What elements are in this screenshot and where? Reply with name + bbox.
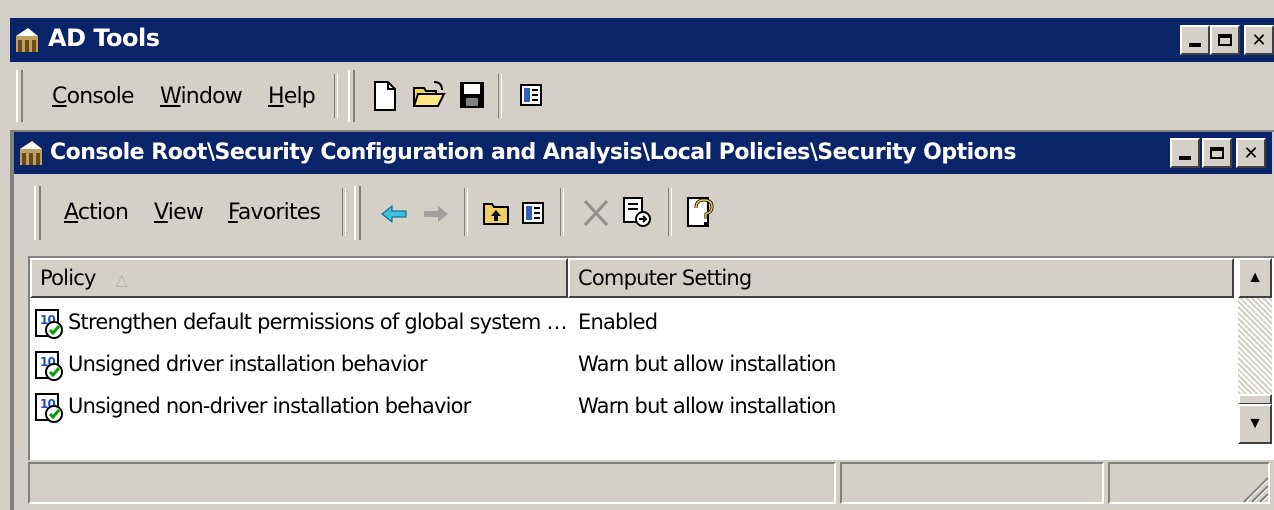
computer-setting: Warn but allow installation xyxy=(578,394,836,418)
column-header-policy[interactable]: Policy △ xyxy=(30,258,568,298)
column-header-setting-label: Computer Setting xyxy=(578,266,752,290)
show-hide-tree-icon[interactable] xyxy=(522,202,544,224)
policy-icon: 10 xyxy=(35,393,63,423)
menu-console[interactable]: Console xyxy=(52,84,135,109)
toolbar-separator-2 xyxy=(498,74,502,118)
resize-grip-icon[interactable] xyxy=(1240,474,1270,504)
menu-view[interactable]: View xyxy=(154,200,204,225)
app-title: AD Tools xyxy=(48,24,160,52)
vertical-scrollbar[interactable]: ▲ ▼ xyxy=(1238,258,1272,444)
app-titlebar[interactable]: AD Tools ✕ xyxy=(10,18,1274,62)
list-row[interactable]: 10 Unsigned non-driver installation beha… xyxy=(30,388,1230,428)
policy-list: Policy △ Computer Setting 10 Strengthen … xyxy=(28,256,1274,460)
status-panel-main xyxy=(28,462,836,504)
policy-name: Unsigned non-driver installation behavio… xyxy=(68,394,471,418)
minimize-icon xyxy=(1179,156,1191,160)
forward-arrow-icon[interactable] xyxy=(422,204,450,224)
export-list-icon[interactable] xyxy=(622,196,652,228)
minimize-button[interactable] xyxy=(1180,25,1210,55)
maximize-icon xyxy=(1218,34,1232,46)
toolbar-separator-6 xyxy=(668,188,672,236)
child-minimize-button[interactable] xyxy=(1170,138,1200,168)
toolbar-grip[interactable] xyxy=(348,70,355,122)
policy-name: Strengthen default permissions of global… xyxy=(68,310,567,334)
mmc-window: AD Tools ✕ Console Window Help Console R… xyxy=(0,0,1274,510)
maximize-icon xyxy=(1210,147,1224,159)
properties-icon[interactable] xyxy=(520,84,542,106)
child-close-button[interactable]: ✕ xyxy=(1236,138,1266,168)
scroll-down-icon: ▼ xyxy=(1247,415,1263,432)
menu-window[interactable]: Window xyxy=(160,84,243,109)
computer-setting: Warn but allow installation xyxy=(578,352,836,376)
child-maximize-button[interactable] xyxy=(1202,138,1232,168)
maximize-button[interactable] xyxy=(1210,25,1240,55)
scroll-up-icon: ▲ xyxy=(1247,269,1263,286)
toolbar-separator-3 xyxy=(342,188,346,236)
child-toolbar-grip[interactable] xyxy=(354,186,361,240)
ad-tools-icon xyxy=(16,28,38,52)
close-icon: ✕ xyxy=(1251,29,1267,51)
list-row[interactable]: 10 Unsigned driver installation behavior… xyxy=(30,346,1230,386)
status-panel-2 xyxy=(840,462,1104,504)
new-document-icon[interactable] xyxy=(372,80,398,112)
computer-setting: Enabled xyxy=(578,310,658,334)
close-icon: ✕ xyxy=(1243,142,1259,164)
child-menubar: Action View Favorites xyxy=(14,174,1272,252)
status-bar xyxy=(28,462,1272,508)
column-header-policy-label: Policy xyxy=(40,266,96,290)
scroll-thumb[interactable] xyxy=(1238,394,1272,404)
save-icon[interactable] xyxy=(458,80,486,110)
toolbar-separator-5 xyxy=(560,188,564,236)
delete-icon[interactable] xyxy=(582,198,610,228)
up-folder-icon[interactable] xyxy=(482,200,510,226)
menu-action[interactable]: Action xyxy=(64,200,129,225)
toolbar-separator xyxy=(334,74,338,118)
toolbar-separator-4 xyxy=(464,188,468,236)
policy-icon: 10 xyxy=(35,351,63,381)
child-titlebar[interactable]: Console Root\Security Configuration and … xyxy=(14,132,1272,174)
menu-help[interactable]: Help xyxy=(268,84,316,109)
console-root-icon xyxy=(20,141,42,165)
policy-icon: 10 xyxy=(35,309,63,339)
policy-name: Unsigned driver installation behavior xyxy=(68,352,427,376)
minimize-icon xyxy=(1189,43,1201,47)
app-menubar: Console Window Help xyxy=(10,62,1274,132)
child-menubar-grip[interactable] xyxy=(34,186,41,240)
scroll-down-button[interactable]: ▼ xyxy=(1238,404,1272,444)
column-header-computer-setting[interactable]: Computer Setting xyxy=(568,258,1234,298)
list-row[interactable]: 10 Strengthen default permissions of glo… xyxy=(30,304,1230,344)
back-arrow-icon[interactable] xyxy=(380,204,408,224)
menubar-grip[interactable] xyxy=(16,70,23,122)
sort-ascending-icon: △ xyxy=(115,270,128,289)
list-header: Policy △ Computer Setting xyxy=(30,258,1234,298)
help-icon[interactable] xyxy=(686,194,716,230)
scroll-up-button[interactable]: ▲ xyxy=(1238,258,1272,298)
open-folder-icon[interactable] xyxy=(412,80,446,110)
close-button[interactable]: ✕ xyxy=(1244,25,1274,55)
menu-favorites[interactable]: Favorites xyxy=(228,200,321,225)
child-title: Console Root\Security Configuration and … xyxy=(50,140,1017,165)
